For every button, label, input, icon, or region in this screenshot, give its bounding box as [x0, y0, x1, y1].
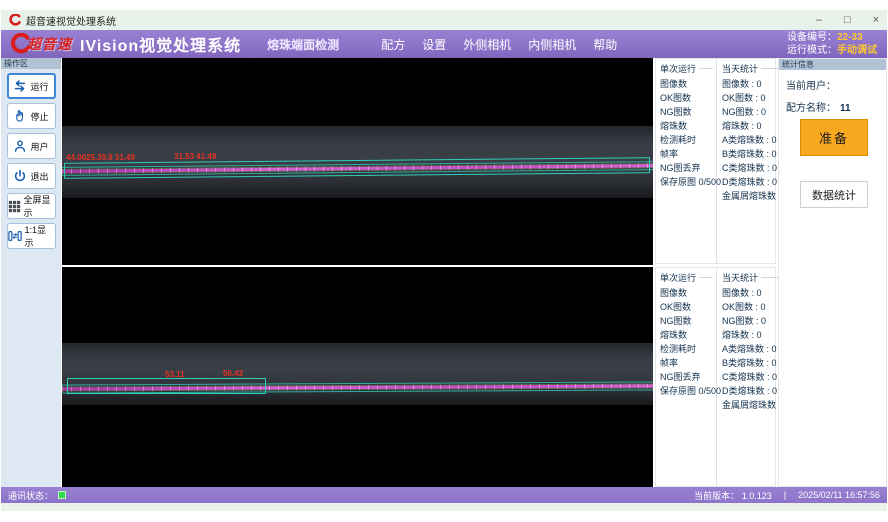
stat-label: NG图数 [660, 108, 713, 117]
measurement-annotation: 56.43 [223, 369, 243, 378]
stat-label: 检测耗时 [660, 345, 713, 354]
run-arrows-icon [13, 79, 27, 93]
stat-label: 熔珠数 [660, 122, 713, 131]
menu-item-help[interactable]: 帮助 [593, 36, 617, 53]
measurement-annotation: 44.0025.39.8 31.49 [66, 153, 135, 162]
main-menu: 配方 设置 外侧相机 内侧相机 帮助 [381, 36, 617, 53]
datetime-value: 2025/02/11 16:57:56 [798, 490, 880, 500]
stats-panel-bottom: 单次运行 图像数 OK图数 NG图数 熔珠数 检测耗时 帧率 NG图丢弃 保存原… [655, 267, 776, 487]
stat-label: 帧率 [660, 150, 713, 159]
stat-label: NG图数 [660, 317, 713, 326]
page-title: IVision视觉处理系统 [80, 32, 241, 56]
stat-label: 检测耗时 [660, 136, 713, 145]
current-user-label: 当前用户： [786, 81, 836, 92]
window-title: 超音速视觉处理系统 [26, 13, 116, 28]
window-titlebar: 超音速视觉处理系统 – □ × [1, 10, 887, 30]
stat-label: 保存原图 0/500 [660, 178, 713, 187]
run-button-label: 运行 [30, 80, 48, 93]
stop-button-label: 停止 [30, 110, 48, 123]
single-run-title: 单次运行 [660, 271, 713, 284]
stats-panel-top: 单次运行 图像数 OK图数 NG图数 熔珠数 检测耗时 帧率 NG图丢弃 保存原… [655, 58, 776, 264]
camera-viewport-bottom[interactable]: 53.11 56.43 [62, 267, 653, 487]
prepare-button[interactable]: 准备 [800, 119, 868, 156]
run-mode-label: 运行模式： [787, 45, 837, 56]
one-to-one-button[interactable]: 1:1显示 [7, 223, 56, 249]
comm-status-label: 通讯状态： [8, 489, 53, 502]
stat-label: 保存原图 0/500 [660, 387, 713, 396]
power-icon [13, 169, 27, 183]
exit-button[interactable]: 退出 [7, 163, 56, 189]
app-window: 超音速视觉处理系统 – □ × 超音速 IVision视觉处理系统 熔珠端面检测… [0, 0, 888, 522]
stat-label: 图像数 [660, 80, 713, 89]
fullscreen-button-label: 全屏显示 [24, 193, 55, 219]
data-statistics-button[interactable]: 数据统计 [800, 181, 868, 208]
maximize-button[interactable]: □ [844, 10, 851, 30]
stop-button[interactable]: 停止 [7, 103, 56, 129]
brand-logo: 超音速 [9, 33, 72, 55]
close-button[interactable]: × [873, 10, 879, 30]
version-label: 当前版本： [694, 491, 739, 501]
device-id-value: 22-33 [837, 32, 863, 43]
stat-label: 帧率 [660, 359, 713, 368]
run-button[interactable]: 运行 [7, 73, 56, 99]
menu-item-settings[interactable]: 设置 [422, 36, 446, 53]
minimize-button[interactable]: – [816, 10, 822, 30]
app-logo-icon [9, 14, 21, 26]
fullscreen-button[interactable]: 全屏显示 [7, 193, 56, 219]
recipe-name-value: 11 [840, 103, 851, 114]
stop-hand-icon [13, 109, 27, 123]
exit-button-label: 退出 [30, 170, 48, 183]
one-to-one-button-label: 1:1显示 [25, 223, 55, 249]
menu-item-outer-camera[interactable]: 外侧相机 [463, 36, 511, 53]
status-bar: 通讯状态： 当前版本： 1.0.123 | 2025/02/11 16:57:5… [1, 487, 887, 503]
stat-label: OK图数 [660, 303, 713, 312]
comm-status-indicator [58, 491, 66, 499]
run-mode-value: 手动调试 [837, 45, 877, 56]
one-to-one-icon [8, 229, 22, 243]
user-button-label: 用户 [30, 140, 48, 153]
sidebar-header: 操作区 [1, 58, 61, 69]
page-subtitle: 熔珠端面检测 [267, 36, 339, 53]
operation-sidebar: 操作区 运行 停止 用户 退出 [1, 58, 61, 487]
fullscreen-grid-icon [8, 200, 21, 213]
detection-roi-rect [67, 378, 266, 394]
stat-label: NG图丢弃 [660, 373, 713, 382]
menu-item-inner-camera[interactable]: 内侧相机 [528, 36, 576, 53]
camera-viewport-top[interactable]: 44.0025.39.8 31.49 31.53 41.49 [62, 58, 653, 265]
statistics-info-panel: 统计信息 当前用户： 配方名称： 11 准备 数据统计 [778, 58, 887, 487]
recipe-name-label: 配方名称： [786, 103, 836, 114]
stat-label: NG图丢弃 [660, 164, 713, 173]
device-info: 设备编号：22-33 运行模式：手动调试 [787, 31, 877, 57]
measurement-annotation: 31.53 41.49 [174, 152, 216, 161]
device-id-label: 设备编号： [787, 32, 837, 43]
info-panel-header: 统计信息 [779, 59, 886, 70]
version-value: 1.0.123 [742, 491, 772, 501]
user-button[interactable]: 用户 [7, 133, 56, 159]
stat-label: OK图数 [660, 94, 713, 103]
stat-label: 熔珠数 [660, 331, 713, 340]
single-run-title: 单次运行 [660, 62, 713, 75]
window-bottom-edge [1, 503, 887, 511]
stat-label: 图像数 [660, 289, 713, 298]
brand-name: 超音速 [27, 34, 72, 54]
measurement-annotation: 53.11 [165, 370, 185, 379]
weld-strip-image [62, 343, 653, 405]
app-header: 超音速 IVision视觉处理系统 熔珠端面检测 配方 设置 外侧相机 内侧相机… [1, 30, 887, 58]
user-icon [13, 139, 27, 153]
status-separator: | [784, 490, 786, 500]
menu-item-recipe[interactable]: 配方 [381, 36, 405, 53]
